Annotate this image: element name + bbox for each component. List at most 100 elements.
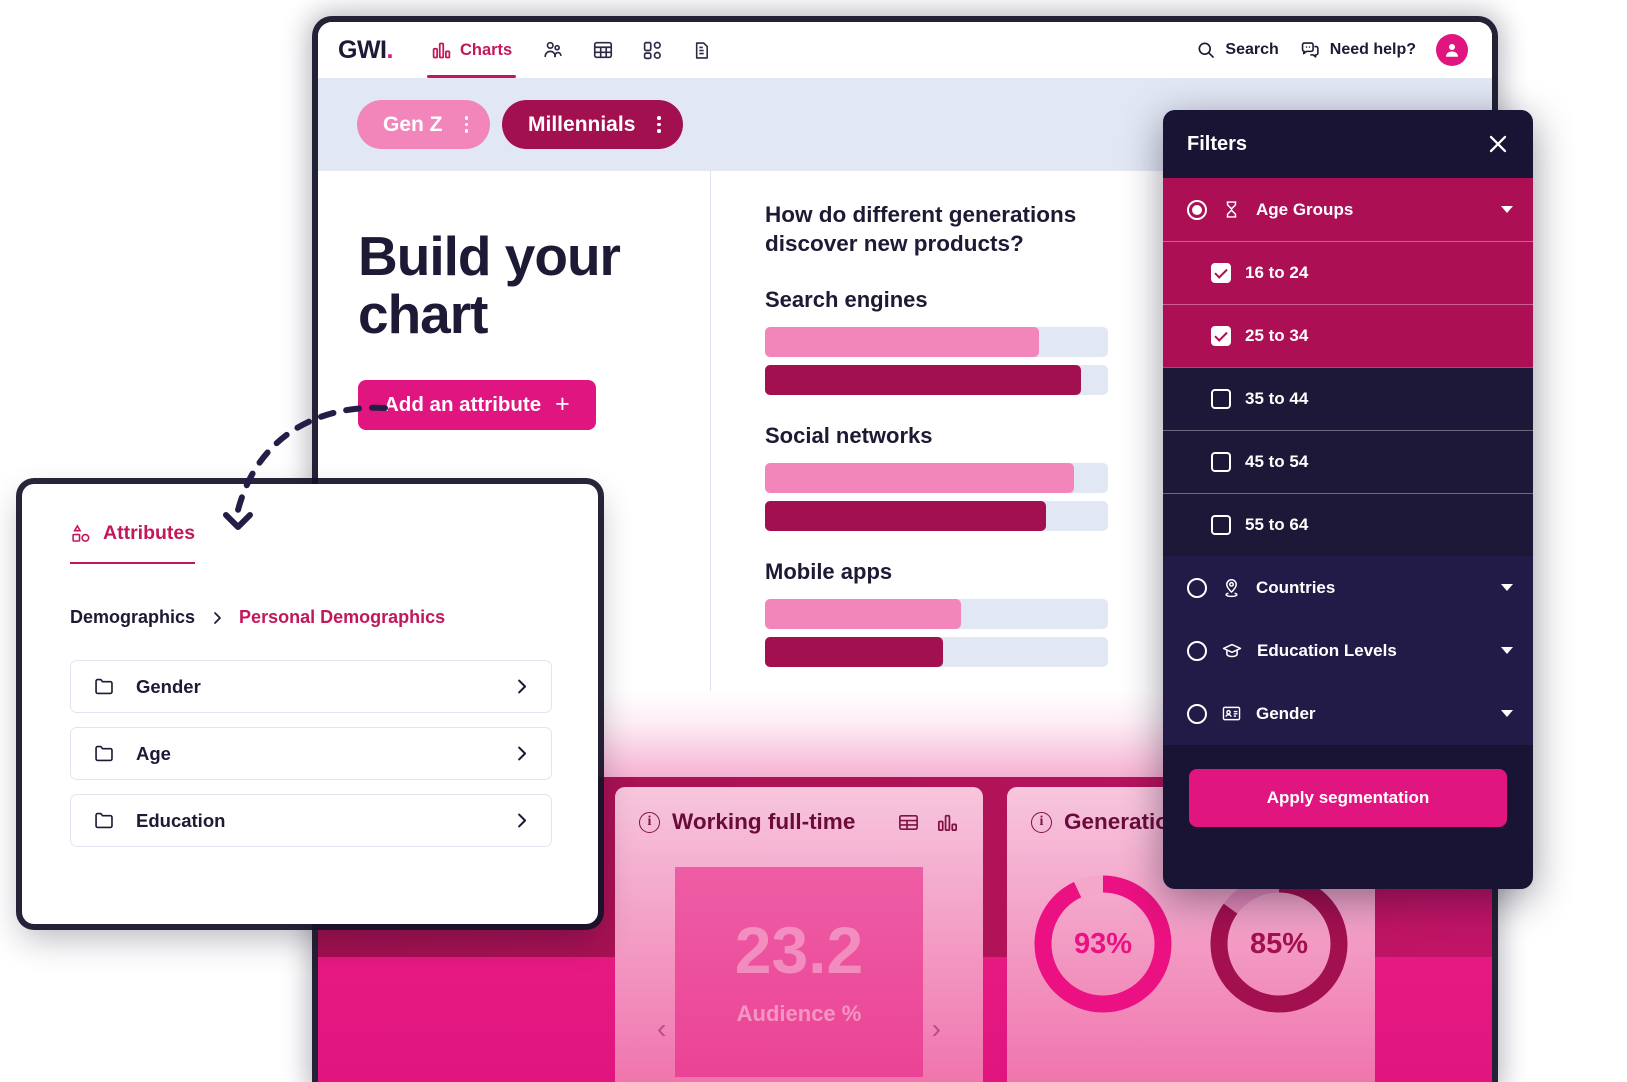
folder-icon [93, 742, 116, 765]
radio-unselected-icon[interactable] [1187, 577, 1207, 598]
chevron-down-icon[interactable] [1501, 647, 1513, 654]
filter-option-45-to-54[interactable]: 45 to 54 [1163, 430, 1533, 493]
filter-group-age-groups[interactable]: Age Groups [1163, 178, 1533, 241]
kpi-value: 23.2 [734, 913, 864, 987]
attribute-item-gender[interactable]: Gender [70, 660, 552, 713]
chevron-down-icon[interactable] [1501, 710, 1513, 717]
plus-icon: + [555, 390, 570, 419]
table-grid-icon[interactable] [897, 811, 920, 834]
avatar[interactable] [1436, 34, 1468, 66]
folder-icon [93, 675, 116, 698]
attribute-item-label: Gender [136, 675, 201, 697]
info-icon[interactable]: i [1031, 811, 1052, 833]
segment-pill-millennials[interactable]: Millennials [502, 100, 683, 149]
add-attribute-button[interactable]: Add an attribute + [358, 379, 596, 430]
filters-panel: Filters Age Groups 16 to 24 25 to 34 35 to … [1163, 110, 1533, 889]
attribute-item-label: Education [136, 809, 226, 831]
radio-unselected-icon[interactable] [1187, 640, 1207, 661]
app-header: GWI. Charts Search Need help? [318, 22, 1492, 78]
tab-dashboards[interactable] [628, 22, 677, 78]
radio-selected-icon[interactable] [1187, 199, 1207, 220]
filter-option-16-to-24[interactable]: 16 to 24 [1163, 241, 1533, 304]
breadcrumb-current[interactable]: Personal Demographics [239, 607, 445, 628]
close-icon[interactable] [1485, 131, 1511, 157]
filter-option-label: 25 to 34 [1245, 326, 1309, 345]
chevron-right-icon [209, 610, 225, 626]
filter-group-gender[interactable]: Gender [1163, 682, 1533, 745]
chevron-right-icon[interactable] [512, 744, 531, 763]
tab-audiences[interactable] [528, 22, 578, 78]
carousel-next-icon[interactable]: › [932, 1013, 941, 1045]
attribute-item-education[interactable]: Education [70, 794, 552, 847]
page-title: Build your chart [358, 227, 710, 344]
audiences-people-icon [542, 39, 564, 61]
dashboard-blocks-icon [642, 40, 663, 61]
donut-value-label: 93% [1073, 927, 1133, 960]
segment-pill-gen-z[interactable]: Gen Z [357, 100, 491, 149]
filter-group-education-levels[interactable]: Education Levels [1163, 619, 1533, 682]
main-nav: Charts [415, 22, 726, 78]
chevron-down-icon[interactable] [1501, 584, 1513, 591]
tab-attributes[interactable]: Attributes [70, 522, 196, 564]
search-button[interactable]: Search [1196, 40, 1279, 60]
filter-rows: Age Groups 16 to 24 25 to 34 35 to 44 45 to … [1163, 178, 1533, 745]
apply-segmentation-button[interactable]: Apply segmentation [1189, 769, 1507, 827]
segment-pill-label: Gen Z [383, 112, 443, 136]
radio-unselected-icon[interactable] [1187, 703, 1207, 724]
documents-copy-icon [691, 40, 712, 61]
tab-charts[interactable]: Charts [415, 22, 528, 78]
card-header-icons [897, 811, 959, 834]
filter-option-label: 55 to 64 [1245, 515, 1309, 534]
user-avatar-icon [1443, 41, 1461, 59]
gwi-logo[interactable]: GWI. [338, 36, 393, 65]
folder-icon [93, 809, 116, 832]
checkbox-icon[interactable] [1211, 389, 1231, 409]
bar-track [765, 326, 1108, 357]
checkbox-icon[interactable] [1211, 515, 1231, 535]
filter-option-35-to-44[interactable]: 35 to 44 [1163, 367, 1533, 430]
dashboard-card-working-full-time[interactable]: i Working full-time 23.2 Audience % ‹ › [615, 787, 983, 1082]
id-card-icon [1221, 703, 1242, 724]
bar-track [765, 636, 1108, 667]
need-help-button[interactable]: Need help? [1299, 40, 1416, 61]
kebab-menu-icon[interactable] [657, 116, 661, 133]
breadcrumb: Demographics Personal Demographics [70, 607, 552, 628]
header-actions: Search Need help? [1196, 34, 1468, 66]
add-attribute-label: Add an attribute [384, 392, 542, 416]
chevron-right-icon[interactable] [512, 677, 531, 696]
kebab-menu-icon[interactable] [464, 116, 469, 133]
bar-chart-icon[interactable] [936, 811, 959, 834]
tab-tables[interactable] [578, 22, 628, 78]
attribute-item-age[interactable]: Age [70, 727, 552, 780]
bar-fill-millennials [765, 364, 1081, 395]
breadcrumb-parent[interactable]: Demographics [70, 607, 195, 628]
chevron-right-icon[interactable] [512, 811, 531, 830]
filter-option-55-to-64[interactable]: 55 to 64 [1163, 493, 1533, 556]
bar-track [765, 598, 1108, 629]
filter-group-label: Gender [1256, 703, 1316, 723]
card-title: Working full-time [672, 809, 856, 834]
carousel-prev-icon[interactable]: ‹ [657, 1013, 666, 1045]
info-icon[interactable]: i [639, 811, 660, 833]
attributes-card: Attributes Demographics Personal Demogra… [22, 484, 598, 924]
chevron-down-icon[interactable] [1501, 206, 1513, 213]
filter-group-countries[interactable]: Countries [1163, 556, 1533, 619]
bar-fill-millennials [765, 636, 944, 667]
search-icon [1196, 40, 1216, 60]
tab-charts-label: Charts [459, 40, 513, 59]
location-pin-icon [1221, 577, 1242, 598]
hourglass-icon [1221, 199, 1242, 220]
bar-fill-gen-z [765, 462, 1074, 493]
filter-option-label: 35 to 44 [1245, 389, 1309, 408]
checkbox-icon[interactable] [1211, 326, 1231, 346]
graduation-cap-icon [1221, 640, 1243, 662]
filter-group-label: Education Levels [1257, 640, 1397, 660]
checkbox-icon[interactable] [1211, 452, 1231, 472]
bar-fill-millennials [765, 500, 1047, 531]
table-grid-icon [592, 39, 614, 61]
filter-option-25-to-34[interactable]: 25 to 34 [1163, 304, 1533, 367]
bar-track [765, 500, 1108, 531]
tab-documents[interactable] [677, 22, 726, 78]
checkbox-icon[interactable] [1211, 263, 1231, 283]
filters-title: Filters [1187, 132, 1248, 155]
